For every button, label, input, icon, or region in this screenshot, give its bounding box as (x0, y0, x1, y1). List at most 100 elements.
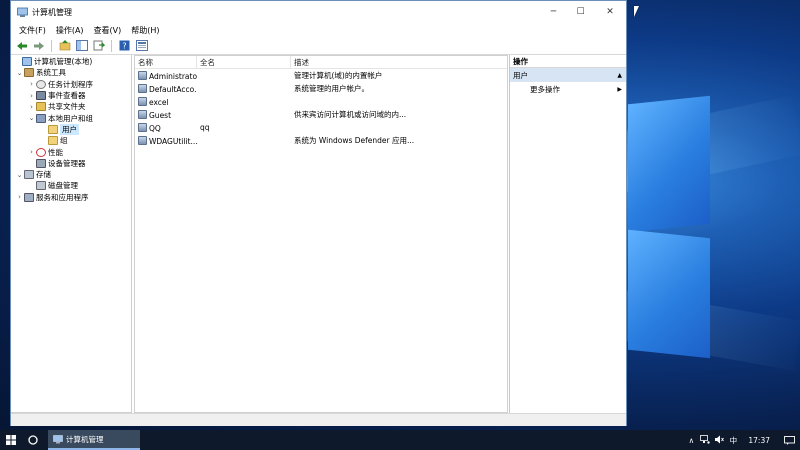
description-cell: 系统为 Windows Defender 应用... (294, 136, 415, 145)
properties-icon (135, 40, 148, 51)
tree-item-shared-folders[interactable]: › 共享文件夹 (11, 101, 131, 112)
action-center-button[interactable] (778, 435, 800, 445)
taskbar: 计算机管理 ∧ 中 17:37 (0, 430, 800, 450)
actions-section-label: 用户 (513, 70, 528, 80)
tree-item-event-viewer[interactable]: › 事件查看器 (11, 90, 131, 101)
tree-item-performance[interactable]: › 性能 (11, 146, 131, 157)
table-row[interactable]: Administrator 管理计算机(域)的内置帐户 (135, 69, 507, 82)
user-icon (138, 70, 147, 80)
tree-item-local-users-groups[interactable]: ⌄ 本地用户和组 (11, 112, 131, 123)
maximize-icon: ☐ (576, 7, 585, 17)
name-cell: WDAGUtilit... (135, 135, 197, 146)
chevron-right-icon[interactable]: › (27, 148, 36, 156)
tree-label: 设备管理器 (48, 158, 86, 168)
menu-view[interactable]: 查看(V) (89, 25, 127, 36)
start-button[interactable] (0, 430, 22, 450)
ime-indicator[interactable]: 中 (726, 435, 740, 446)
column-header-name[interactable]: 名称 (135, 56, 197, 68)
user-icon (138, 96, 147, 106)
user-name: QQ (149, 123, 161, 133)
column-header-fullname[interactable]: 全名 (197, 56, 291, 68)
name-cell: DefaultAcco... (135, 83, 197, 94)
up-button[interactable] (57, 39, 72, 53)
menu-bar: 文件(F) 操作(A) 查看(V) 帮助(H) (11, 23, 626, 37)
chevron-right-icon[interactable]: › (27, 103, 36, 111)
table-row[interactable]: DefaultAcco... 系统管理的用户帐户。 (135, 82, 507, 95)
volume-icon[interactable] (712, 435, 726, 446)
table-row[interactable]: Guest 供来宾访问计算机或访问域的内... (135, 108, 507, 121)
actions-header: 操作 (510, 55, 626, 68)
chevron-down-icon[interactable]: ⌄ (15, 171, 24, 179)
tree-item-storage[interactable]: ⌄ 存储 (11, 169, 131, 180)
description-cell: 系统管理的用户帐户。 (294, 84, 369, 93)
forward-button[interactable] (31, 39, 46, 53)
menu-action[interactable]: 操作(A) (51, 25, 89, 36)
tree-item-task-scheduler[interactable]: › 任务计划程序 (11, 79, 131, 90)
menu-help[interactable]: 帮助(H) (126, 25, 164, 36)
user-name: DefaultAcco... (149, 84, 197, 94)
description-cell: 供来宾访问计算机或访问域的内... (294, 110, 407, 119)
tree-item-system-tools[interactable]: ⌄ 系统工具 (11, 67, 131, 78)
svg-text:?: ? (122, 42, 126, 51)
users-groups-icon (36, 113, 46, 123)
table-row[interactable]: WDAGUtilit... 系统为 Windows Defender 应用... (135, 134, 507, 147)
export-icon (93, 40, 105, 51)
actions-section-users[interactable]: 用户 ▲ (510, 68, 626, 82)
tree-item-services[interactable]: › 服务和应用程序 (11, 192, 131, 203)
tree-label: 任务计划程序 (48, 79, 93, 89)
cortana-button[interactable] (22, 430, 44, 450)
tree-label: 计算机管理(本地) (34, 57, 93, 67)
toolbar-separator (111, 39, 112, 52)
clock[interactable]: 17:37 (740, 436, 778, 445)
description-cell: 管理计算机(域)的内置帐户 (294, 71, 383, 80)
close-button[interactable]: ✕ (594, 1, 626, 23)
export-button[interactable] (91, 39, 106, 53)
back-button[interactable] (14, 39, 29, 53)
table-row[interactable]: excel (135, 95, 507, 108)
show-tree-button[interactable] (74, 39, 89, 53)
tree-item-users[interactable]: 用户 (11, 123, 131, 135)
chevron-right-icon[interactable]: › (15, 193, 24, 201)
status-bar (11, 413, 626, 426)
toolbar-separator (51, 39, 52, 52)
more-actions-item[interactable]: 更多操作 ▶ (510, 82, 626, 97)
clock-icon (36, 79, 46, 89)
tree-item-device-manager[interactable]: 设备管理器 (11, 158, 131, 169)
chevron-right-icon[interactable]: › (27, 92, 36, 100)
chevron-down-icon[interactable]: ⌄ (15, 69, 24, 77)
tree-label: 系统工具 (36, 68, 66, 78)
title-bar[interactable]: 计算机管理 ─ ☐ ✕ (11, 1, 626, 23)
minimize-button[interactable]: ─ (540, 1, 567, 23)
tree-item-disk-management[interactable]: 磁盘管理 (11, 180, 131, 191)
maximize-button[interactable]: ☐ (567, 1, 594, 23)
name-cell: QQ (135, 122, 197, 133)
computer-management-icon (53, 434, 63, 443)
back-icon (16, 41, 27, 50)
menu-file[interactable]: 文件(F) (14, 25, 51, 36)
tree-item-groups[interactable]: 组 (11, 135, 131, 146)
event-viewer-icon (36, 91, 46, 101)
network-icon[interactable] (698, 434, 712, 446)
cortana-circle-icon (28, 435, 38, 445)
tree-label: 事件查看器 (48, 91, 86, 101)
tree-item-root[interactable]: 计算机管理(本地) (11, 56, 131, 67)
services-icon (24, 192, 34, 202)
close-icon: ✕ (606, 7, 614, 17)
column-header-description[interactable]: 描述 (291, 56, 507, 68)
taskbar-item-computer-management[interactable]: 计算机管理 (48, 430, 140, 450)
more-actions-label: 更多操作 (530, 85, 560, 94)
properties-button[interactable] (134, 39, 149, 53)
submenu-arrow-icon: ▶ (617, 86, 622, 93)
computer-management-window: 计算机管理 ─ ☐ ✕ 文件(F) 操作(A) 查看(V) 帮助(H) ? 计算… (10, 0, 627, 426)
name-cell: excel (135, 96, 197, 107)
table-row[interactable]: QQ qq (135, 121, 507, 134)
storage-icon (24, 170, 34, 180)
user-icon (138, 135, 147, 145)
chevron-right-icon[interactable]: › (27, 80, 36, 88)
collapse-icon[interactable]: ▲ (617, 72, 622, 79)
chevron-down-icon[interactable]: ⌄ (27, 114, 36, 122)
show-hidden-icons-button[interactable]: ∧ (684, 436, 698, 445)
tree-label: 服务和应用程序 (36, 192, 89, 202)
user-icon (138, 122, 147, 132)
help-button[interactable]: ? (117, 39, 132, 53)
